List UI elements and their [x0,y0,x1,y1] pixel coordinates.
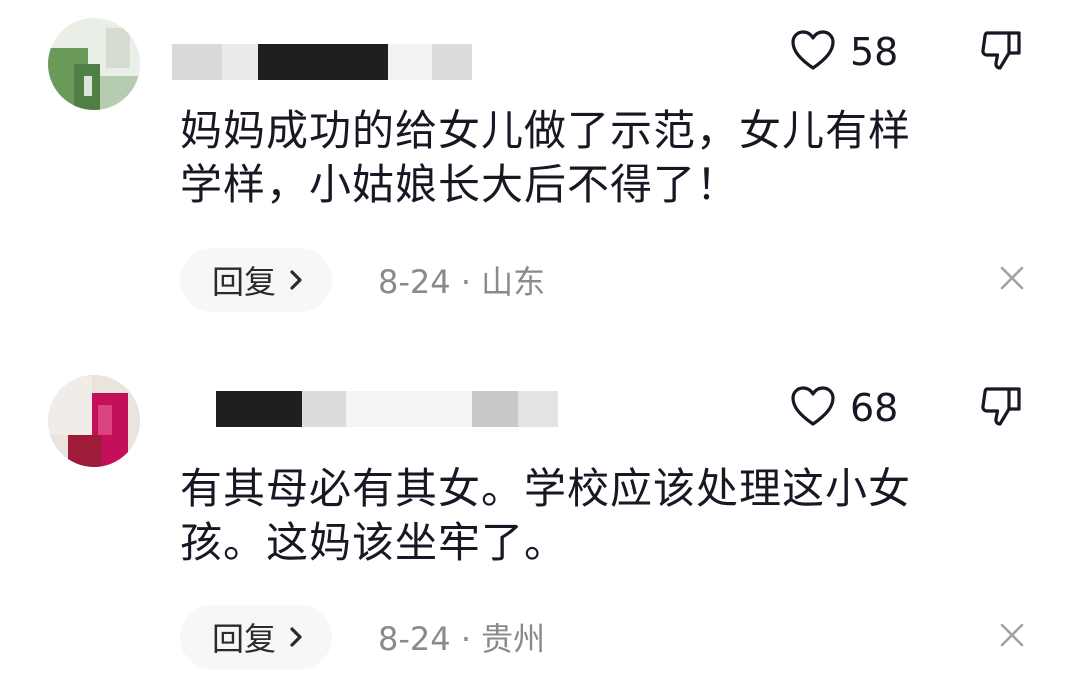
comment-item: 68 有其母必有其女。学校应该处理这小女 孩。这妈该坐牢了。 回复 8-24 ·… [0,360,1080,677]
comment-date: 8-24 [378,620,451,658]
comment-text-line: 妈妈成功的给女儿做了示范，女儿有样 [180,106,912,155]
comment-text-line: 学样，小姑娘长大后不得了！ [180,160,740,209]
comment-item: 58 妈妈成功的给女儿做了示范，女儿有样 学样，小姑娘长大后不得了！ 回复 8-… [0,0,1080,340]
username-blurred[interactable] [0,360,600,460]
comment-date-location: 8-24 · 山东 [378,257,545,303]
dislike-button[interactable] [972,22,1032,82]
like-count: 68 [850,386,899,430]
like-button[interactable]: 58 [790,22,898,82]
close-icon [999,265,1025,295]
comment-date: 8-24 [378,263,451,301]
comment-location: 贵州 [481,620,546,658]
meta-separator: · [460,620,471,658]
reply-button[interactable]: 回复 [180,248,333,312]
thumbs-down-icon [979,383,1025,433]
reply-label: 回复 [212,620,277,658]
thumbs-down-icon [979,27,1025,77]
comment-text: 妈妈成功的给女儿做了示范，女儿有样 学样，小姑娘长大后不得了！ [180,104,1020,212]
reply-button[interactable]: 回复 [180,605,333,669]
comment-meta: 回复 8-24 · 贵州 [180,605,545,669]
comment-text: 有其母必有其女。学校应该处理这小女 孩。这妈该坐牢了。 [180,462,1020,570]
reply-label: 回复 [212,263,277,301]
dislike-button[interactable] [972,378,1032,438]
like-count: 58 [850,30,899,74]
comment-text-line: 有其母必有其女。学校应该处理这小女 [180,464,912,513]
close-button[interactable] [990,258,1034,302]
comment-meta: 回复 8-24 · 山东 [180,248,545,312]
comment-text-line: 孩。这妈该坐牢了。 [180,518,568,567]
meta-separator: · [460,263,471,301]
comment-date-location: 8-24 · 贵州 [378,614,545,660]
close-icon [999,622,1025,652]
username-blurred[interactable] [0,0,600,100]
chevron-right-icon [288,626,304,648]
close-button[interactable] [990,615,1034,659]
comment-location: 山东 [481,263,546,301]
heart-outline-icon [790,29,836,75]
chevron-right-icon [288,269,304,291]
heart-outline-icon [790,385,836,431]
like-button[interactable]: 68 [790,378,898,438]
